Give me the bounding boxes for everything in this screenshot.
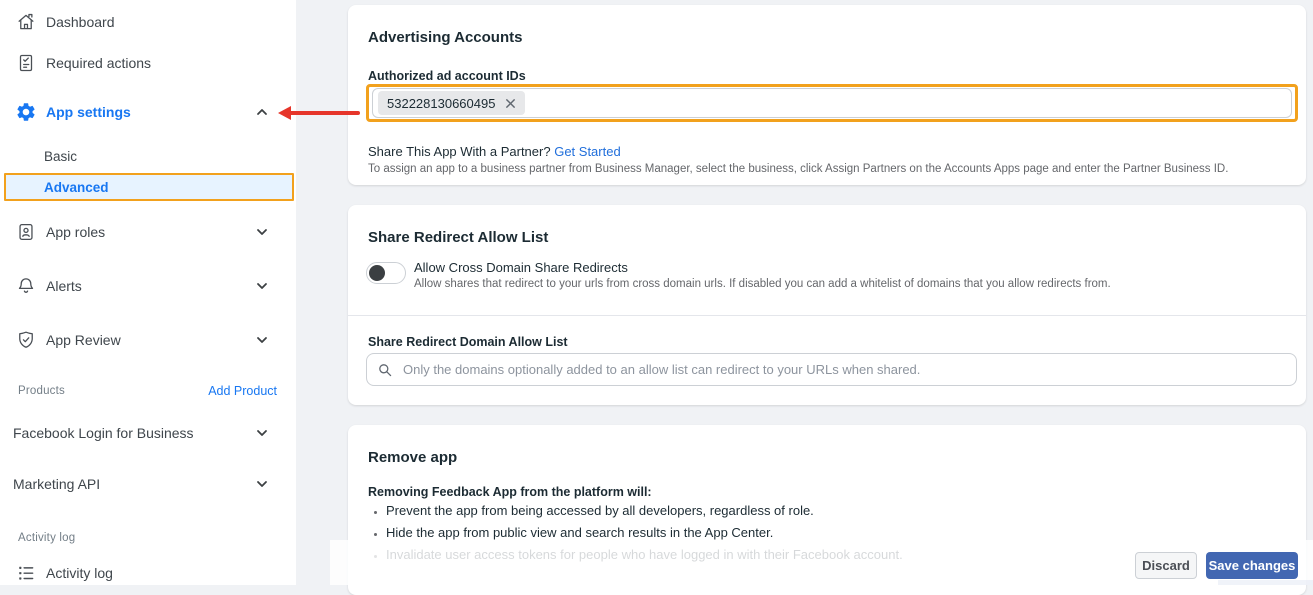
activity-section-label: Activity log — [18, 532, 76, 544]
sidebar-item-app-settings[interactable]: App settings — [0, 97, 296, 127]
chevron-down-icon[interactable] — [256, 281, 268, 291]
sidebar-item-facebook-login[interactable]: Facebook Login for Business — [0, 418, 296, 448]
partner-description: To assign an app to a business partner f… — [368, 163, 1229, 175]
sidebar-item-label: Basic — [44, 148, 78, 164]
sidebar-item-label: Required actions — [46, 55, 152, 71]
domain-allow-list-label: Share Redirect Domain Allow List — [368, 335, 568, 349]
sidebar-item-dashboard[interactable]: Dashboard — [0, 7, 296, 37]
sidebar: Dashboard Required actions App settings … — [0, 0, 296, 585]
chevron-down-icon[interactable] — [256, 335, 268, 345]
toggle-description: Allow shares that redirect to your urls … — [414, 278, 1111, 290]
sidebar-item-activity-log[interactable]: Activity log — [0, 558, 296, 588]
share-redirect-card: Share Redirect Allow List Allow Cross Do… — [348, 205, 1306, 405]
sidebar-item-app-roles[interactable]: App roles — [0, 217, 296, 247]
chevron-down-icon[interactable] — [256, 428, 268, 438]
toggle-knob — [369, 265, 385, 281]
save-changes-button[interactable]: Save changes — [1206, 552, 1298, 579]
search-icon — [377, 362, 393, 378]
cross-domain-toggle[interactable] — [366, 262, 406, 284]
gear-icon — [14, 100, 38, 124]
sidebar-item-label: App settings — [46, 104, 131, 120]
sidebar-item-label: Marketing API — [13, 476, 101, 492]
checklist-icon — [14, 51, 38, 75]
chevron-down-icon[interactable] — [256, 479, 268, 489]
authorized-ad-account-ids-label: Authorized ad account IDs — [368, 69, 526, 83]
bell-icon — [14, 274, 38, 298]
id-badge-icon — [14, 220, 38, 244]
chevron-up-icon[interactable] — [256, 107, 268, 117]
add-product-link[interactable]: Add Product — [208, 384, 277, 398]
remove-app-bullet: Hide the app from public view and search… — [386, 525, 903, 541]
section-divider — [348, 315, 1306, 316]
ad-account-ids-input[interactable]: 532228130660495 — [372, 88, 1292, 118]
ad-account-token: 532228130660495 — [378, 91, 526, 115]
get-started-link[interactable]: Get Started — [554, 144, 620, 159]
domain-allow-list-searchbox — [366, 353, 1297, 386]
partner-question-text: Share This App With a Partner? — [368, 144, 551, 159]
toggle-label: Allow Cross Domain Share Redirects — [414, 260, 628, 275]
ad-account-token-value: 532228130660495 — [387, 95, 496, 111]
save-footer-bar: Discard Save changes — [330, 540, 1313, 585]
remove-app-warning-heading: Removing Feedback App from the platform … — [368, 485, 652, 499]
advertising-accounts-card: Advertising Accounts Authorized ad accou… — [348, 5, 1306, 185]
sidebar-item-basic[interactable]: Basic — [0, 142, 296, 170]
home-icon — [14, 10, 38, 34]
close-icon[interactable] — [505, 98, 516, 109]
sidebar-item-app-review[interactable]: App Review — [0, 325, 296, 355]
sidebar-item-required-actions[interactable]: Required actions — [0, 48, 296, 78]
sidebar-item-label: Advanced — [44, 179, 109, 195]
sidebar-item-label: Facebook Login for Business — [13, 425, 194, 441]
shield-check-icon — [14, 328, 38, 352]
sidebar-item-label: App Review — [46, 332, 121, 348]
chevron-down-icon[interactable] — [256, 227, 268, 237]
remove-app-bullet: Prevent the app from being accessed by a… — [386, 503, 903, 519]
sidebar-item-advanced[interactable]: Advanced — [4, 173, 294, 201]
card-title: Remove app — [368, 449, 458, 466]
card-title: Share Redirect Allow List — [368, 229, 549, 246]
sidebar-item-label: Alerts — [46, 278, 82, 294]
sidebar-item-marketing-api[interactable]: Marketing API — [0, 469, 296, 499]
products-section-label: Products — [18, 385, 65, 397]
annotation-highlight-box: 532228130660495 — [366, 84, 1298, 122]
sidebar-item-label: Dashboard — [46, 14, 115, 30]
partner-question: Share This App With a Partner? Get Start… — [368, 144, 621, 159]
discard-button[interactable]: Discard — [1135, 552, 1197, 579]
list-icon — [14, 561, 38, 585]
card-title: Advertising Accounts — [368, 29, 523, 46]
domain-allow-list-input[interactable] — [401, 361, 1286, 378]
sidebar-item-label: App roles — [46, 224, 106, 240]
sidebar-item-label: Activity log — [46, 565, 113, 581]
sidebar-item-alerts[interactable]: Alerts — [0, 271, 296, 301]
